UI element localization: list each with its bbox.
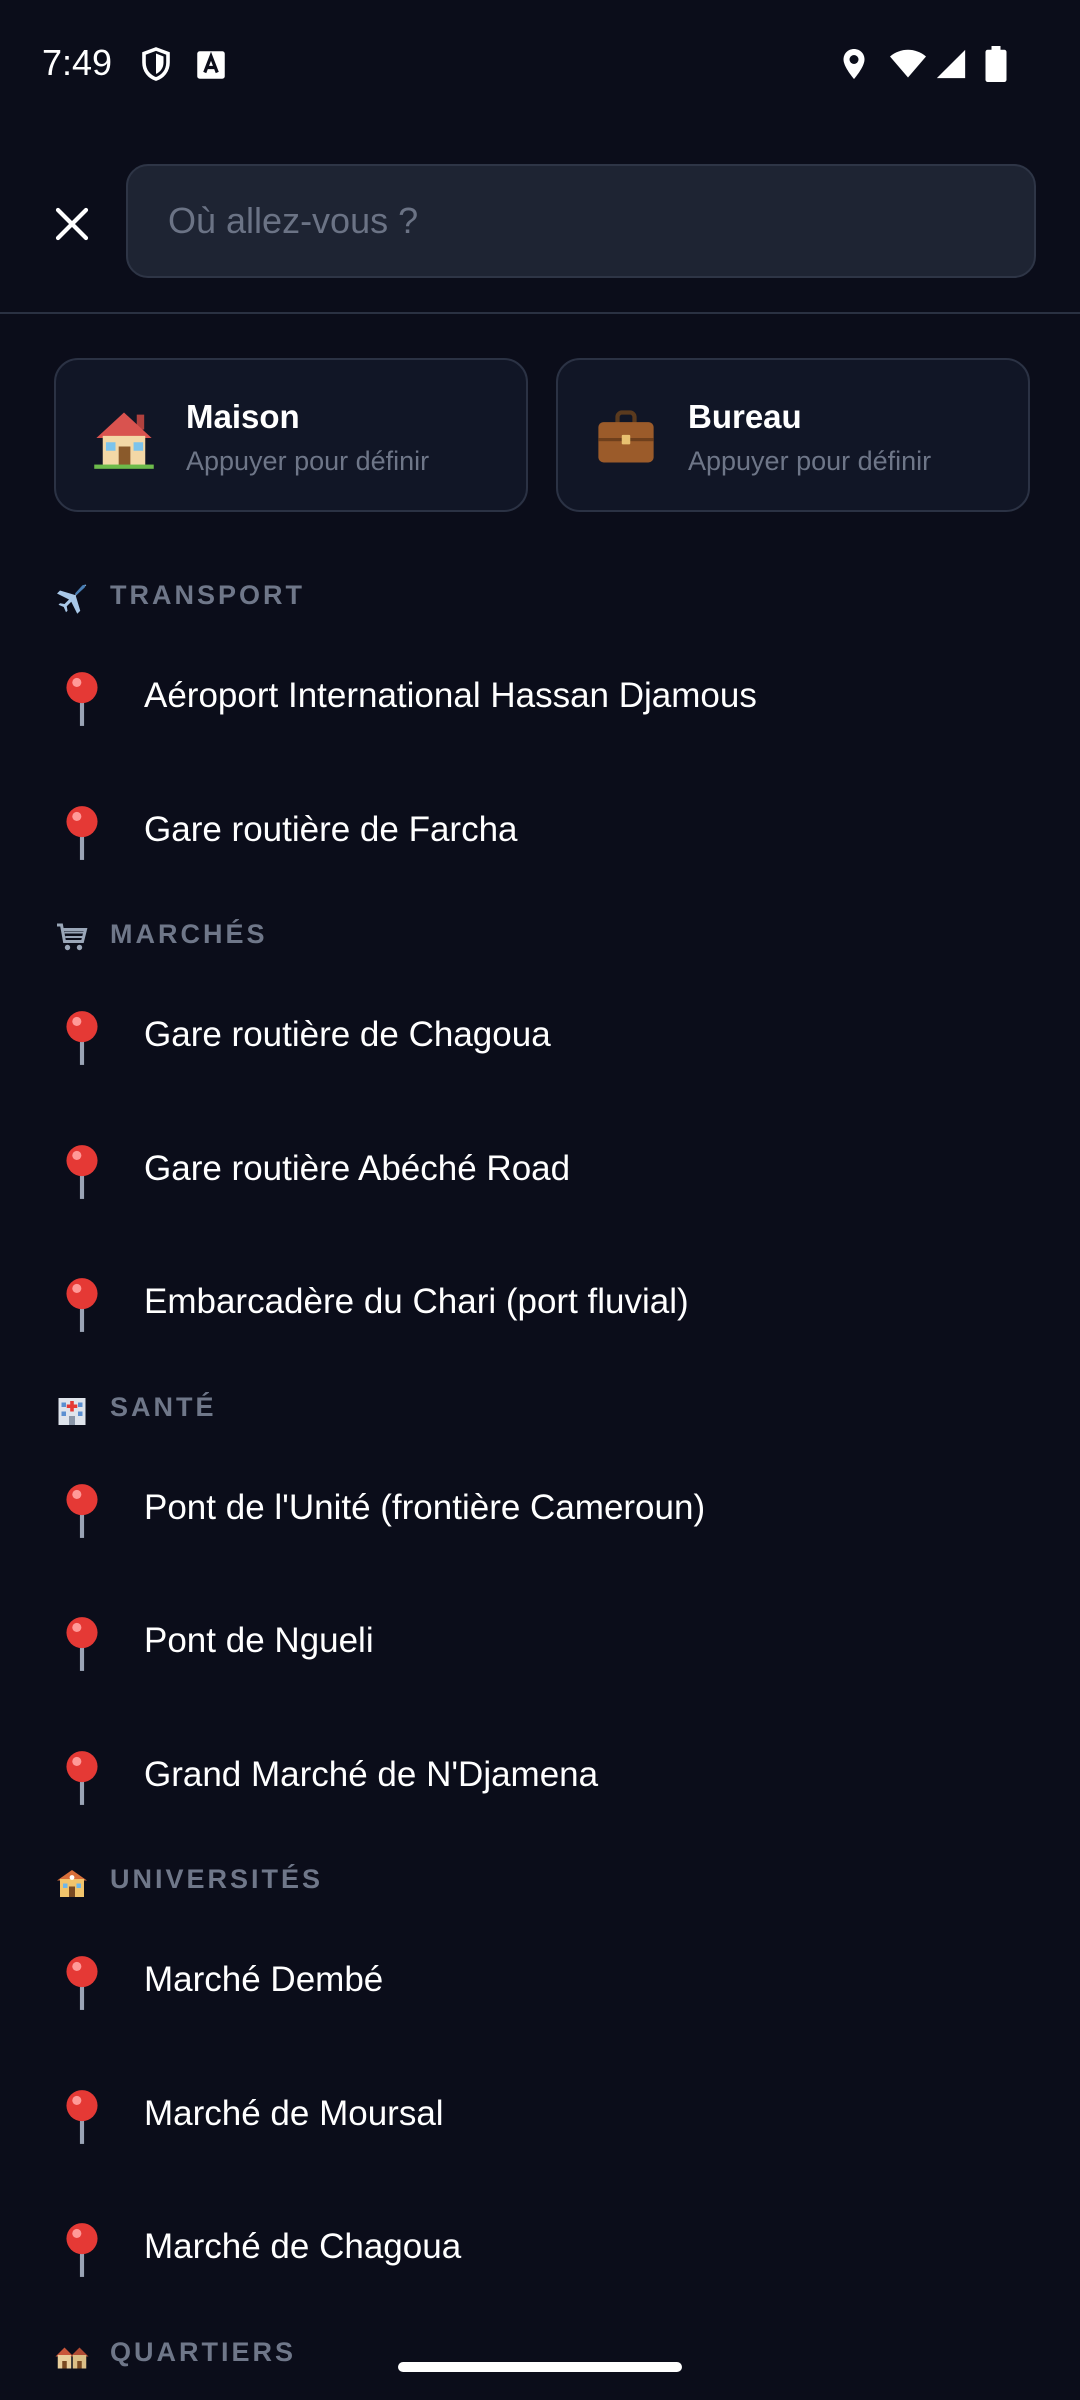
map-pin-icon <box>66 1144 98 1199</box>
map-pin-icon <box>66 1750 98 1805</box>
status-time: 7:49 <box>42 42 113 83</box>
place-name: Aéroport International Hassan Djamous <box>144 676 757 715</box>
location-icon <box>843 49 865 79</box>
place-name: Marché de Moursal <box>144 2093 444 2133</box>
place-name: Gare routière de Farcha <box>144 809 518 849</box>
home-shortcut-subtitle: Appuyer pour définir <box>186 446 430 476</box>
map-pin-icon <box>66 805 98 860</box>
map-pin-icon <box>66 2089 98 2144</box>
list-item[interactable]: Gare routière de Farcha <box>0 766 1080 900</box>
section-header-marches: MARCHÉS <box>0 899 1080 971</box>
section-header-transport: TRANSPORT <box>0 560 1080 632</box>
list-item[interactable]: Gare routière Abéché Road <box>0 1105 1080 1239</box>
briefcase-icon <box>592 404 660 472</box>
battery-icon <box>985 46 1007 82</box>
home-indicator[interactable] <box>398 2362 682 2372</box>
place-name: Gare routière de Chagoua <box>144 1015 551 1054</box>
list-item[interactable]: Marché Dembé <box>0 1916 1080 2050</box>
home-shortcut-title: Maison <box>186 398 300 435</box>
houses-icon <box>55 2347 89 2368</box>
hospital-icon <box>58 1397 86 1425</box>
map-pin-icon <box>66 1278 98 1332</box>
map-pin-icon <box>66 1956 98 2010</box>
close-button[interactable] <box>42 194 102 254</box>
search-header <box>0 130 1080 314</box>
shield-icon <box>142 47 170 81</box>
list-item[interactable]: Pont de Ngueli <box>0 1577 1080 1711</box>
list-item[interactable]: Pont de l'Unité (frontière Cameroun) <box>0 1444 1080 1578</box>
list-item[interactable]: Grand Marché de N'Djamena <box>0 1711 1080 1845</box>
place-name: Embarcadère du Chari (port fluvial) <box>144 1282 689 1321</box>
house-icon <box>90 404 158 472</box>
work-shortcut-card[interactable]: Bureau Appuyer pour définir <box>556 358 1030 512</box>
place-name: Marché Dembé <box>144 1960 384 1999</box>
home-shortcut-card[interactable]: Maison Appuyer pour définir <box>54 358 528 512</box>
place-name: Grand Marché de N'Djamena <box>144 1754 599 1794</box>
place-name: Pont de Ngueli <box>144 1621 374 1660</box>
shopping-cart-icon <box>57 923 88 951</box>
place-name: Pont de l'Unité (frontière Cameroun) <box>144 1487 706 1527</box>
list-item[interactable]: Marché de Moursal <box>0 2050 1080 2184</box>
map-pin-icon <box>66 1011 98 1065</box>
section-header-quartiers: QUARTIERS <box>0 2317 1080 2389</box>
place-name: Gare routière Abéché Road <box>144 1148 571 1188</box>
section-label: QUARTIERS <box>110 2336 297 2367</box>
close-icon <box>55 207 89 241</box>
section-label: TRANSPORT <box>110 580 305 610</box>
wifi-icon <box>890 49 926 78</box>
airplane-icon <box>57 584 87 614</box>
work-shortcut-title: Bureau <box>688 398 802 435</box>
list-item[interactable]: Embarcadère du Chari (port fluvial) <box>0 1238 1080 1372</box>
place-name: Marché de Chagoua <box>144 2227 462 2266</box>
search-input[interactable] <box>166 199 1034 243</box>
work-shortcut-subtitle: Appuyer pour définir <box>688 446 932 476</box>
section-label: SANTÉ <box>110 1391 217 1422</box>
suggestions-list: TRANSPORT Aéroport International Hassan … <box>0 560 1080 2389</box>
list-item[interactable]: Gare routière de Chagoua <box>0 971 1080 1105</box>
section-header-sante: SANTÉ <box>0 1372 1080 1444</box>
shortcut-cards: Maison Appuyer pour définir Bureau Appuy… <box>54 358 1030 512</box>
school-icon <box>57 1870 87 1897</box>
list-item[interactable]: Marché de Chagoua <box>0 2183 1080 2317</box>
section-header-universites: UNIVERSITÉS <box>0 1844 1080 1916</box>
list-item[interactable]: Aéroport International Hassan Djamous <box>0 632 1080 766</box>
section-label: MARCHÉS <box>110 919 268 949</box>
map-pin-icon <box>66 672 98 726</box>
signal-icon <box>936 49 966 79</box>
map-pin-icon <box>66 1617 98 1671</box>
font-a-icon <box>197 51 225 79</box>
map-pin-icon <box>66 1483 98 1538</box>
section-label: UNIVERSITÉS <box>110 1864 324 1894</box>
search-field[interactable] <box>126 164 1036 278</box>
status-bar: 7:49 <box>0 0 1080 130</box>
map-pin-icon <box>66 2223 98 2277</box>
